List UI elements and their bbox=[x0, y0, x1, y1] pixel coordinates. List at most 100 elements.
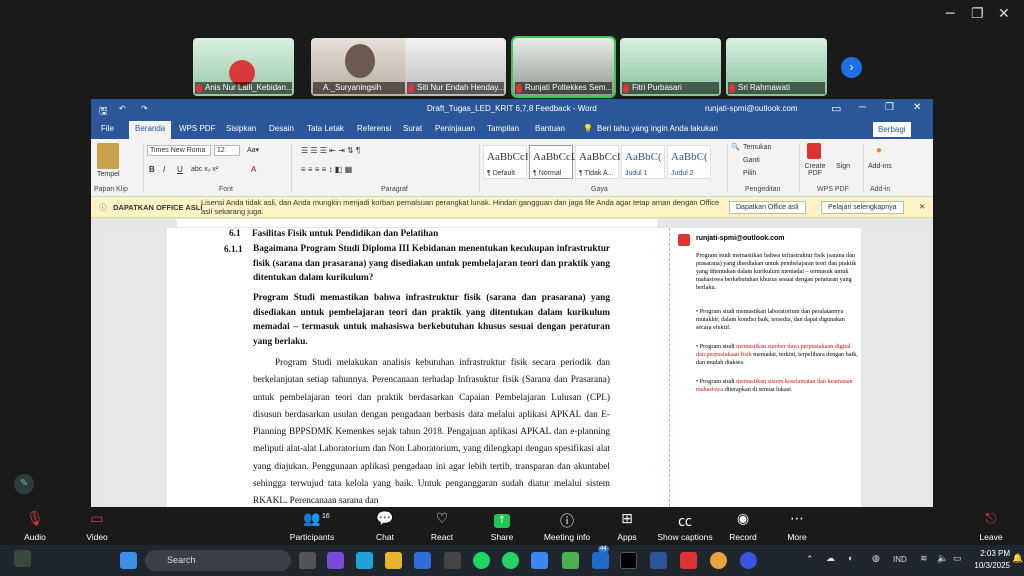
tab-review[interactable]: Peninjauan bbox=[435, 124, 475, 133]
paste-icon[interactable] bbox=[97, 143, 119, 169]
tell-me-box[interactable]: Beri tahu yang ingin Anda lakukan bbox=[597, 124, 718, 133]
mic-muted-icon[interactable]: 🎙 bbox=[0, 511, 70, 527]
participant-video[interactable]: Runjati Poltekkes Sem... bbox=[511, 36, 616, 98]
annotate-icon[interactable]: ✎ bbox=[14, 474, 34, 494]
participants-icon[interactable]: 👥 bbox=[277, 511, 347, 527]
style-default[interactable]: AaBbCcI ¶ Default bbox=[483, 145, 529, 179]
excel-icon[interactable] bbox=[562, 552, 579, 569]
restore-icon[interactable]: ❐ bbox=[971, 6, 984, 22]
addins-button[interactable]: Add-ins bbox=[868, 163, 892, 170]
share-screen-icon[interactable]: ↑ bbox=[467, 511, 537, 528]
close-icon[interactable]: ✕ bbox=[998, 6, 1010, 22]
whatsapp-icon[interactable] bbox=[502, 552, 519, 569]
font-grow-icon[interactable]: Aa▾ bbox=[247, 146, 259, 154]
ribbon-options-icon[interactable]: ▭ bbox=[831, 102, 841, 115]
file-explorer-icon[interactable] bbox=[385, 552, 402, 569]
bold-icon[interactable]: B bbox=[149, 165, 155, 174]
zoom-app-icon[interactable] bbox=[531, 552, 548, 569]
select-button[interactable]: Pilih bbox=[743, 170, 756, 177]
tab-design[interactable]: Desain bbox=[269, 124, 294, 133]
create-pdf-button[interactable]: Create PDF bbox=[803, 163, 827, 177]
spotify-icon[interactable] bbox=[473, 552, 490, 569]
vertical-ruler[interactable] bbox=[91, 228, 101, 507]
store-icon[interactable] bbox=[414, 552, 431, 569]
tab-mailings[interactable]: Surat bbox=[403, 124, 422, 133]
task-view-icon[interactable] bbox=[299, 552, 316, 569]
start-icon[interactable] bbox=[120, 552, 137, 569]
tab-view[interactable]: Tampilan bbox=[487, 124, 519, 133]
pdf-icon[interactable] bbox=[680, 552, 697, 569]
tab-file[interactable]: File bbox=[101, 124, 114, 133]
infobar-close-icon[interactable]: ✕ bbox=[919, 202, 925, 211]
font-color-icon[interactable]: A bbox=[251, 165, 256, 174]
document-page[interactable]: 6.1 Fasilitas Fisik untuk Pendidikan dan… bbox=[167, 228, 669, 507]
tiktok-icon[interactable] bbox=[620, 552, 637, 569]
underline-icon[interactable]: U bbox=[177, 165, 183, 174]
strikethrough-icon[interactable]: abc x₂ x² bbox=[191, 166, 218, 173]
search-box[interactable]: Search bbox=[145, 550, 291, 571]
word-minimize-icon[interactable]: ─ bbox=[859, 102, 866, 113]
copilot-icon[interactable] bbox=[327, 552, 344, 569]
participants-button[interactable]: Participants bbox=[277, 532, 347, 542]
share-button[interactable]: Berbagi bbox=[873, 122, 911, 137]
create-pdf-icon[interactable] bbox=[807, 143, 821, 159]
participant-video[interactable]: Fitri Purbasari bbox=[620, 38, 721, 96]
more-icon[interactable]: ⋯ bbox=[762, 511, 832, 527]
tab-wps-pdf[interactable]: WPS PDF bbox=[179, 124, 215, 133]
participant-video[interactable]: A._Suryaningsih bbox=[311, 38, 412, 96]
app-icon[interactable] bbox=[444, 552, 461, 569]
sign-button[interactable]: Sign bbox=[836, 163, 850, 170]
undo-icon[interactable]: ↶ bbox=[119, 104, 126, 113]
paste-button[interactable]: Tempel bbox=[97, 171, 120, 178]
minimize-icon[interactable]: ─ bbox=[946, 6, 954, 22]
find-icon[interactable]: 🔍 bbox=[731, 143, 740, 151]
learn-more-button[interactable]: Pelajari selengkapnya bbox=[821, 201, 904, 214]
tab-help[interactable]: Bantuan bbox=[535, 124, 565, 133]
share-screen-button[interactable]: Share bbox=[467, 532, 537, 542]
find-button[interactable]: Temukan bbox=[743, 144, 771, 151]
word-close-icon[interactable]: ✕ bbox=[913, 102, 921, 113]
account-name[interactable]: runjati-spmi@outlook.com bbox=[705, 104, 798, 113]
video-off-icon[interactable]: ▭ bbox=[62, 511, 132, 527]
style-normal[interactable]: AaBbCcL ¶ Normal bbox=[529, 145, 578, 179]
leave-button[interactable]: Leave bbox=[956, 532, 1024, 542]
video-button[interactable]: Video bbox=[62, 532, 132, 542]
style-heading-1[interactable]: AaBbC(Judul 1 bbox=[621, 145, 665, 179]
clock-date[interactable]: 10/3/2025 bbox=[970, 561, 1010, 570]
participant-video[interactable]: Anis Nur Laili_Kebidan... bbox=[193, 38, 294, 96]
tray-icon[interactable]: ◐ bbox=[848, 553, 853, 563]
tab-layout[interactable]: Tata Letak bbox=[307, 124, 344, 133]
font-size-select[interactable]: 12 bbox=[214, 145, 240, 156]
word-icon[interactable] bbox=[650, 552, 667, 569]
tray-icon-2[interactable]: ◍ bbox=[872, 553, 880, 564]
italic-icon[interactable]: I bbox=[163, 165, 165, 174]
cloud-icon[interactable]: ☁ bbox=[826, 553, 835, 564]
align-icons[interactable]: ≡ ≡ ≡ ≡ ↕ ◧ ▦ bbox=[301, 165, 352, 174]
volume-icon[interactable]: 🔈 bbox=[937, 553, 948, 564]
word-maximize-icon[interactable]: ❐ bbox=[885, 102, 894, 113]
style-heading-2[interactable]: AaBbC(Judul 2 bbox=[667, 145, 711, 179]
comment-intro[interactable]: Program studi memastikan bahwa infrastru… bbox=[696, 252, 858, 292]
chrome-icon[interactable] bbox=[710, 552, 727, 569]
get-office-button[interactable]: Dapatkan Office asli bbox=[729, 201, 806, 214]
edge-icon[interactable] bbox=[356, 552, 373, 569]
notification-bell-icon[interactable]: 🔔 bbox=[1012, 553, 1023, 564]
language-indicator[interactable]: IND bbox=[893, 555, 907, 564]
audio-button[interactable]: Audio bbox=[0, 532, 70, 542]
widget-icon[interactable] bbox=[14, 550, 31, 567]
redo-icon[interactable]: ↷ bbox=[141, 104, 148, 113]
battery-icon[interactable]: ▭ bbox=[953, 553, 962, 564]
tab-insert[interactable]: Sisipkan bbox=[226, 124, 256, 133]
clock-time[interactable]: 2:03 PM bbox=[976, 549, 1010, 558]
app-icon-2[interactable] bbox=[740, 552, 757, 569]
horizontal-ruler[interactable] bbox=[91, 218, 933, 228]
tab-references[interactable]: Referensi bbox=[357, 124, 391, 133]
addins-icon[interactable]: ● bbox=[876, 145, 882, 156]
participant-video[interactable]: Sri Rahmawati bbox=[726, 38, 827, 96]
participant-video[interactable]: Siti Nur Endah Henday... bbox=[405, 38, 506, 96]
font-name-select[interactable]: Times New Roma bbox=[147, 145, 211, 156]
tab-home[interactable]: Beranda bbox=[129, 121, 172, 139]
style-no-spacing[interactable]: AaBbCcI ¶ Tidak A... bbox=[575, 145, 621, 179]
tray-chevron-icon[interactable]: ⌃ bbox=[806, 554, 814, 565]
more-button[interactable]: More bbox=[762, 532, 832, 542]
